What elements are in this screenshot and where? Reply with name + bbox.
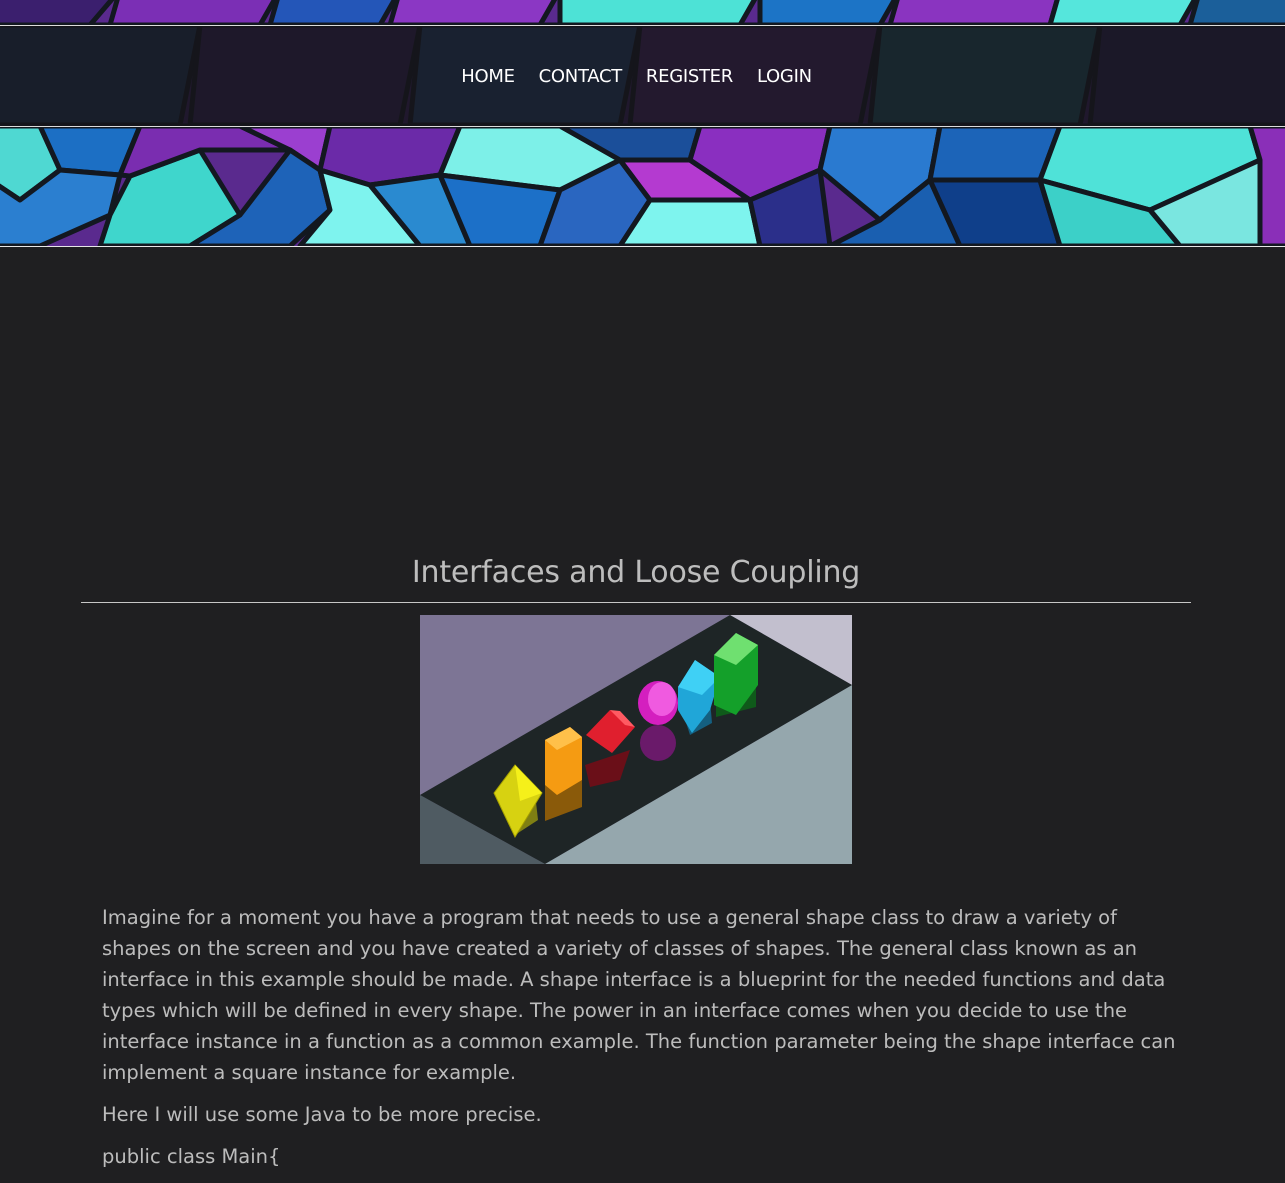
paragraph-java-note: Here I will use some Java to be more pre… (102, 1103, 542, 1126)
code-line: public class Main{ (102, 1145, 281, 1168)
article-title: Interfaces and Loose Coupling (411, 555, 861, 590)
hero-banner: HOME CONTACT REGISTER LOGIN (0, 0, 1285, 247)
paragraph-intro: Imagine for a moment you have a program … (102, 906, 1176, 1084)
nav-link-home[interactable]: HOME (461, 66, 515, 87)
nav-bar: HOME CONTACT REGISTER LOGIN (0, 25, 1285, 127)
nav-link-contact[interactable]: CONTACT (539, 66, 623, 87)
title-divider (81, 602, 1191, 603)
shapes-illustration (420, 615, 852, 864)
main-navigation: HOME CONTACT REGISTER LOGIN (0, 26, 1285, 126)
article-body: Imagine for a moment you have a program … (102, 902, 1177, 1183)
nav-link-login[interactable]: LOGIN (757, 66, 812, 87)
nav-link-register[interactable]: REGISTER (646, 66, 733, 87)
